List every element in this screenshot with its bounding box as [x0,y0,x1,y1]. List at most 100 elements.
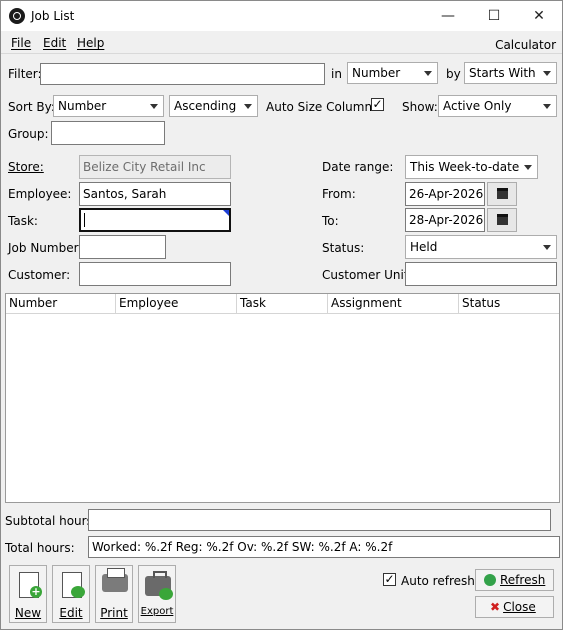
to-calendar-button[interactable] [487,208,517,232]
auto-refresh-label: Auto refresh [401,574,475,588]
customer-input[interactable] [79,262,231,286]
subtotal-hours-field [88,509,551,531]
from-date-input[interactable]: 26-Apr-2026 [405,182,485,206]
chevron-down-icon [244,104,252,109]
column-divider[interactable] [115,294,116,313]
to-label: To: [322,214,339,228]
group-input[interactable] [51,121,165,145]
printer-icon [102,568,128,592]
edit-icon [71,586,85,598]
dropdown-corner-icon [223,210,229,216]
status-value: Held [410,240,438,254]
menu-edit[interactable]: Edit [43,36,66,50]
close-button[interactable]: ✖ Close [475,596,554,618]
column-header-assignment[interactable]: Assignment [331,296,402,310]
close-window-button[interactable]: ✕ [516,1,562,31]
filter-field-select[interactable]: Number [347,62,438,84]
add-icon: + [30,585,42,598]
task-label: Task: [8,214,38,228]
sort-field-select[interactable]: Number [53,95,164,117]
sort-field-value: Number [58,99,107,113]
print-button[interactable]: Print [95,565,133,623]
total-hours-field: Worked: %.2f Reg: %.2f Ov: %.2f SW: %.2f… [88,536,560,558]
export-button-label: Export [140,606,174,617]
sort-order-select[interactable]: Ascending [169,95,258,117]
auto-size-columns-label: Auto Size Columns [266,100,379,114]
job-number-input[interactable] [79,235,166,259]
new-button[interactable]: + New [9,565,47,623]
customer-unit-label: Customer Unit: [322,268,413,282]
export-button[interactable]: Export [138,565,176,623]
refresh-button[interactable]: Refresh [475,569,554,591]
date-range-label: Date range: [322,160,394,174]
window-title: Job List [31,9,75,23]
app-logo-icon [9,8,25,24]
show-select[interactable]: Active Only [438,95,557,117]
chevron-down-icon [543,245,551,250]
customer-label: Customer: [8,268,71,282]
filter-in-label: in [331,67,342,81]
filter-mode-select[interactable]: Starts With [464,62,557,84]
calendar-icon [497,214,508,225]
date-range-select[interactable]: This Week-to-date [405,155,538,179]
auto-size-columns-checkbox[interactable]: ✓ [371,98,384,111]
title-bar: Job List — ☐ ✕ [1,1,562,31]
calendar-icon [497,188,508,199]
refresh-icon [484,574,496,586]
show-label: Show: [402,100,438,114]
customer-unit-input[interactable] [405,262,557,286]
filter-mode-value: Starts With [469,66,536,80]
column-divider[interactable] [236,294,237,313]
maximize-button[interactable]: ☐ [471,1,517,31]
export-arrow-icon [159,588,173,600]
minimize-button[interactable]: — [425,1,471,31]
status-select[interactable]: Held [405,235,557,259]
group-label: Group: [8,127,49,141]
store-label: Store: [8,160,44,174]
column-header-employee[interactable]: Employee [119,296,178,310]
show-value: Active Only [443,99,512,113]
from-calendar-button[interactable] [487,182,517,206]
column-divider[interactable] [327,294,328,313]
total-hours-label: Total hours: [5,541,75,555]
column-divider[interactable] [458,294,459,313]
chevron-down-icon [524,165,532,170]
text-cursor [84,213,85,227]
edit-button[interactable]: Edit [52,565,90,623]
filter-label: Filter: [8,67,42,81]
task-input[interactable] [79,208,231,232]
column-header-status[interactable]: Status [462,296,500,310]
auto-refresh-checkbox[interactable]: ✓ [383,573,396,586]
employee-input[interactable]: Santos, Sarah [79,182,231,206]
column-header-number[interactable]: Number [9,296,57,310]
job-list-window: Job List — ☐ ✕ File Edit Help Calculator… [0,0,563,630]
sort-by-label: Sort By: [8,100,55,114]
status-label: Status: [322,241,365,255]
menu-bar: File Edit Help Calculator [1,31,562,54]
to-date-input[interactable]: 28-Apr-2026 [405,208,485,232]
menu-file[interactable]: File [11,36,31,50]
chevron-down-icon [150,104,158,109]
table-header: Number Employee Task Assignment Status [6,294,559,314]
job-list-table[interactable]: Number Employee Task Assignment Status [5,293,560,503]
chevron-down-icon [543,104,551,109]
chevron-down-icon [543,71,551,76]
filter-field-value: Number [352,66,401,80]
refresh-button-label: Refresh [500,573,546,587]
column-header-task[interactable]: Task [240,296,266,310]
sort-order-value: Ascending [174,99,237,113]
print-button-label: Print [100,606,128,620]
employee-label: Employee: [8,187,72,201]
menu-help[interactable]: Help [77,36,104,50]
from-label: From: [322,187,356,201]
edit-button-label: Edit [59,606,83,620]
subtotal-hours-label: Subtotal hours: [5,514,97,528]
store-field: Belize City Retail Inc [79,155,231,179]
date-range-value: This Week-to-date [410,160,520,174]
close-x-icon: ✖ [490,600,501,614]
calculator-link[interactable]: Calculator [495,38,556,52]
close-button-label: Close [503,600,536,614]
filter-input[interactable] [40,63,325,85]
filter-by-label: by [446,67,461,81]
job-number-label: Job Number: [8,241,83,255]
